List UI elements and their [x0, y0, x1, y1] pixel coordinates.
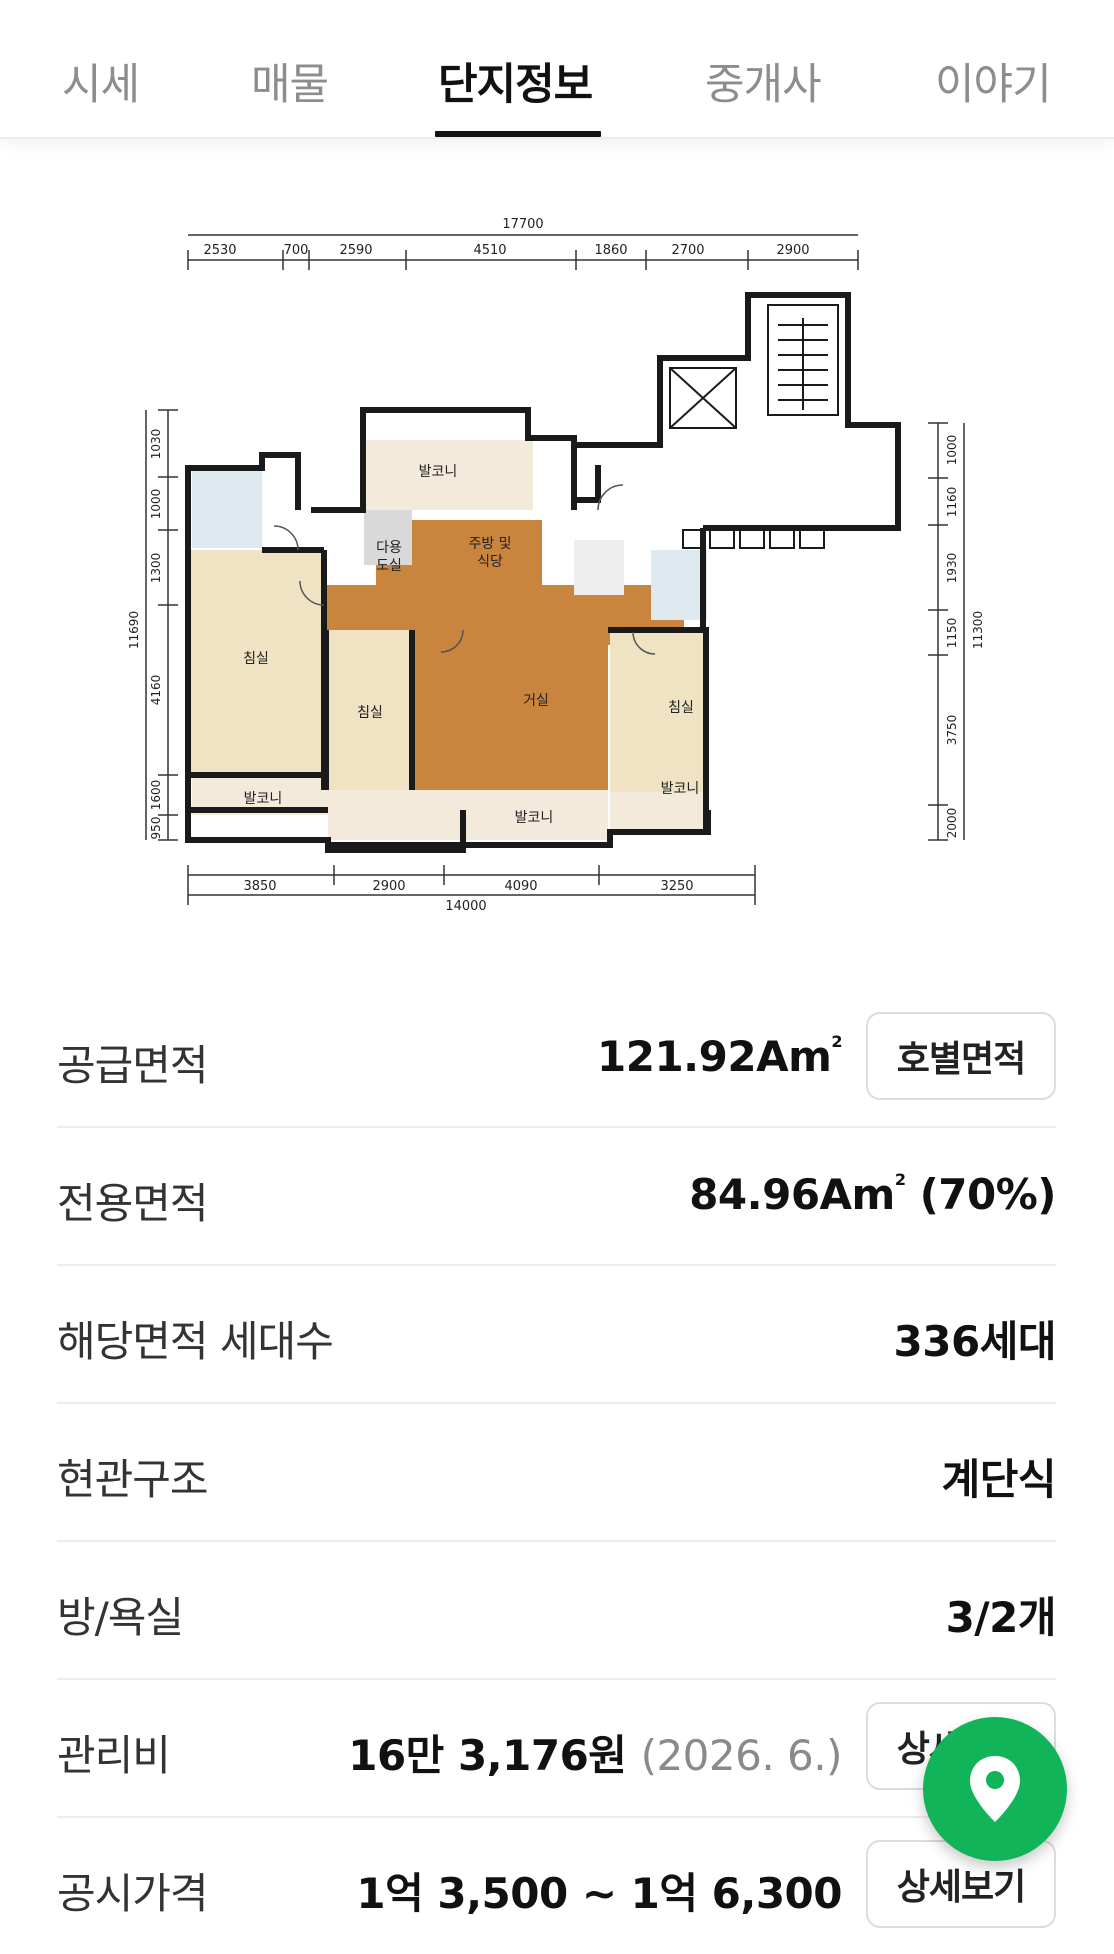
dim-left: 1000	[149, 489, 163, 520]
price-label: 공시가격	[57, 1869, 209, 1918]
room-label: 침실	[357, 705, 383, 721]
dim-left: 950	[149, 817, 163, 840]
room-label: 침실	[243, 651, 269, 667]
map-pin-icon	[970, 1756, 1020, 1822]
row-exclusive-area: 전용면적 84.96Am2 (70%)	[57, 1128, 1057, 1266]
unit-area-button[interactable]: 호별면적	[866, 1012, 1056, 1100]
rooms-label: 방/욕실	[57, 1593, 184, 1642]
row-rooms: 방/욕실 3/2개	[57, 1542, 1057, 1680]
room-label: 침실	[668, 700, 694, 716]
dim-left: 1300	[149, 553, 163, 584]
row-entrance: 현관구조 계단식	[57, 1404, 1057, 1542]
fee-value: 16만 3,176원 (2026. 6.)	[348, 1731, 842, 1780]
dim-right: 2000	[945, 808, 959, 839]
room-label: 식당	[477, 554, 503, 570]
room-label: 발코니	[515, 810, 554, 826]
dim-top: 1860	[594, 243, 627, 258]
active-tab-indicator	[435, 131, 601, 137]
entrance-value: 계단식	[941, 1455, 1057, 1504]
price-value: 1억 3,500 ~ 1억 6,300	[356, 1869, 842, 1918]
dim-bottom: 3250	[660, 879, 693, 894]
tab-listings[interactable]: 매물	[251, 50, 329, 112]
tab-stories[interactable]: 이야기	[935, 50, 1052, 112]
room-label: 발코니	[661, 781, 700, 797]
dim-right-total: 11300	[971, 611, 985, 649]
complex-info-list: 공급면적 121.92Am2 호별면적 전용면적 84.96Am2 (70%) …	[57, 990, 1057, 1954]
tab-price[interactable]: 시세	[62, 50, 140, 112]
room-label: 거실	[523, 693, 549, 709]
supply-area-label: 공급면적	[57, 1041, 209, 1090]
dim-top: 2590	[339, 243, 372, 258]
tab-complex-info[interactable]: 단지정보	[438, 50, 593, 112]
room-label: 발코니	[244, 791, 283, 807]
floor-plan: 17700 2530 700 2590 4510 1860 2700 2900 …	[128, 217, 985, 910]
rooms-value: 3/2개	[945, 1593, 1057, 1642]
dim-top: 2900	[776, 243, 809, 258]
room-label: 발코니	[419, 464, 458, 480]
dim-bottom: 2900	[372, 879, 405, 894]
dim-right: 1160	[945, 487, 959, 518]
dim-top: 2530	[203, 243, 236, 258]
row-maintenance-fee: 관리비 16만 3,176원 (2026. 6.) 상세보기	[57, 1680, 1056, 1818]
dim-right: 3750	[945, 715, 959, 746]
dim-bottom: 3850	[243, 879, 276, 894]
tab-agents[interactable]: 중개사	[705, 50, 822, 112]
room-label: 도실	[376, 558, 402, 574]
households-label: 해당면적 세대수	[57, 1317, 334, 1366]
dim-bottom: 4090	[504, 879, 537, 894]
entrance-label: 현관구조	[57, 1455, 209, 1504]
row-households: 해당면적 세대수 336세대	[57, 1266, 1057, 1404]
dim-left: 1600	[149, 780, 163, 811]
dim-right: 1000	[945, 435, 959, 466]
dim-top: 700	[284, 243, 309, 258]
dim-top: 4510	[473, 243, 506, 258]
dim-left: 4160	[149, 675, 163, 706]
households-value: 336세대	[893, 1317, 1057, 1366]
tab-bar: 시세 매물 단지정보 중개사 이야기	[0, 0, 1114, 139]
dim-left-total: 11690	[128, 611, 141, 649]
dim-right: 1930	[945, 553, 959, 584]
room-label: 주방 및	[468, 536, 511, 552]
fee-label: 관리비	[57, 1731, 171, 1780]
room-label: 다용	[376, 540, 402, 556]
exclusive-area-value: 84.96Am2 (70%)	[689, 1170, 1056, 1219]
dim-left: 1030	[149, 429, 163, 460]
dim-right: 1150	[945, 618, 959, 649]
row-supply-area: 공급면적 121.92Am2 호별면적	[57, 990, 1056, 1128]
row-official-price: 공시가격 1억 3,500 ~ 1억 6,300 상세보기	[57, 1818, 1056, 1954]
exclusive-area-label: 전용면적	[57, 1179, 209, 1228]
dim-top: 2700	[671, 243, 704, 258]
dim-top-total: 17700	[502, 217, 543, 232]
map-fab-button[interactable]	[923, 1717, 1067, 1861]
dim-bottom-total: 14000	[445, 899, 486, 910]
supply-area-value: 121.92Am2	[597, 1032, 842, 1081]
